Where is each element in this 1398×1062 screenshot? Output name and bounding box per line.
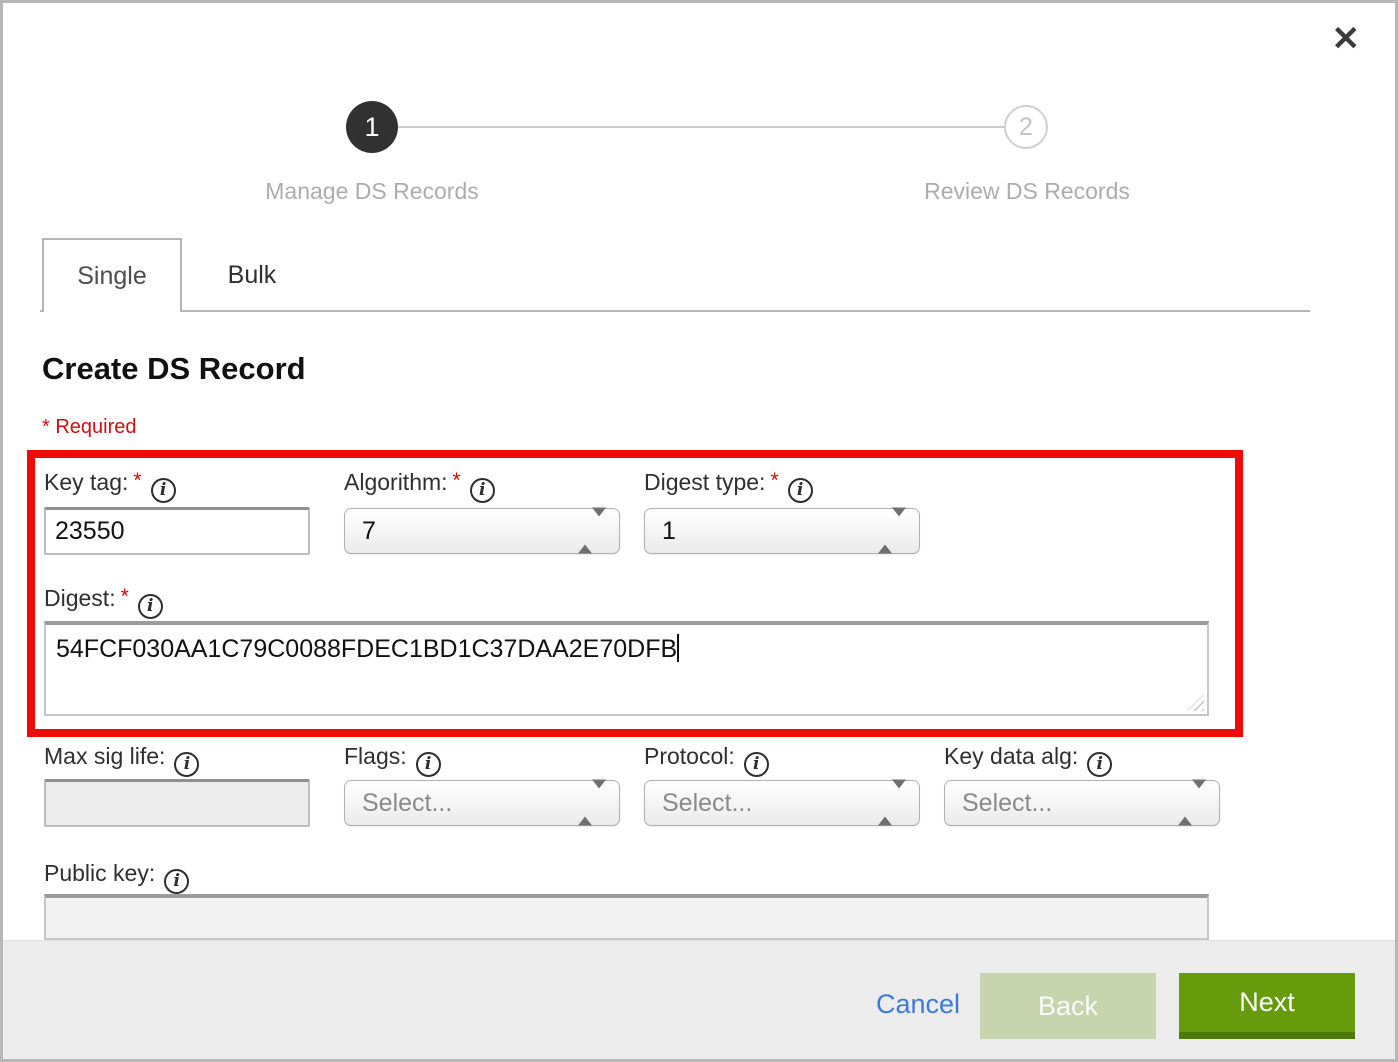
select-arrows-icon <box>1178 789 1206 818</box>
key-data-alg-value: Select... <box>962 789 1052 818</box>
protocol-label: Protocol:i <box>644 743 769 777</box>
cancel-button[interactable]: Cancel <box>876 989 960 1020</box>
stepper-connector <box>398 126 1004 128</box>
step-1-number: 1 <box>364 112 379 143</box>
required-asterisk: * <box>770 469 778 492</box>
step-1-label: Manage DS Records <box>222 178 522 205</box>
required-note: * Required <box>42 416 137 439</box>
flags-select[interactable]: Select... <box>344 780 620 826</box>
algorithm-label: Algorithm:*i <box>344 469 495 503</box>
info-icon[interactable]: i <box>470 478 495 503</box>
close-icon[interactable]: ✕ <box>1332 22 1361 56</box>
info-icon[interactable]: i <box>1087 752 1112 777</box>
required-asterisk: * <box>121 585 129 608</box>
info-icon[interactable]: i <box>138 594 163 619</box>
page-title: Create DS Record <box>42 351 306 387</box>
flags-label: Flags:i <box>344 743 441 777</box>
key-tag-label: Key tag:*i <box>44 469 176 503</box>
digest-type-label: Digest type:*i <box>644 469 813 503</box>
tab-single-label: Single <box>77 262 147 291</box>
info-icon[interactable]: i <box>744 752 769 777</box>
info-icon[interactable]: i <box>416 752 441 777</box>
public-key-label: Public key:i <box>44 860 189 894</box>
algorithm-value: 7 <box>362 517 376 546</box>
key-data-alg-select[interactable]: Select... <box>944 780 1220 826</box>
key-tag-value: 23550 <box>55 517 125 546</box>
info-icon[interactable]: i <box>164 869 189 894</box>
back-button[interactable]: Back <box>980 973 1156 1039</box>
next-button[interactable]: Next <box>1179 973 1355 1039</box>
digest-type-value: 1 <box>662 517 676 546</box>
step-2-label: Review DS Records <box>877 178 1177 205</box>
digest-type-select[interactable]: 1 <box>644 508 920 554</box>
step-2-number: 2 <box>1019 113 1033 142</box>
resize-grip[interactable] <box>1187 694 1204 711</box>
digest-textarea[interactable]: 54FCF030AA1C79C0088FDEC1BD1C37DAA2E70DFB <box>44 621 1209 716</box>
protocol-select[interactable]: Select... <box>644 780 920 826</box>
info-icon[interactable]: i <box>788 478 813 503</box>
flags-value: Select... <box>362 789 452 818</box>
key-tag-input[interactable]: 23550 <box>44 507 310 555</box>
select-arrows-icon <box>878 789 906 818</box>
step-2-circle: 2 <box>1004 105 1048 149</box>
select-arrows-icon <box>578 517 606 546</box>
max-sig-life-input[interactable] <box>44 779 310 827</box>
select-arrows-icon <box>578 789 606 818</box>
step-1-circle: 1 <box>346 101 398 153</box>
select-arrows-icon <box>878 517 906 546</box>
public-key-textarea[interactable] <box>44 894 1209 940</box>
max-sig-life-label: Max sig life:i <box>44 743 199 777</box>
required-asterisk: * <box>453 469 461 492</box>
text-cursor <box>677 634 679 662</box>
protocol-value: Select... <box>662 789 752 818</box>
tab-single[interactable]: Single <box>42 238 182 312</box>
key-data-alg-label: Key data alg:i <box>944 743 1112 777</box>
required-asterisk: * <box>133 469 141 492</box>
info-icon[interactable]: i <box>151 478 176 503</box>
digest-value: 54FCF030AA1C79C0088FDEC1BD1C37DAA2E70DFB <box>56 635 677 663</box>
info-icon[interactable]: i <box>174 752 199 777</box>
tab-bulk[interactable]: Bulk <box>182 238 322 312</box>
tab-bulk-label: Bulk <box>228 261 277 290</box>
algorithm-select[interactable]: 7 <box>344 508 620 554</box>
digest-label: Digest:*i <box>44 585 163 619</box>
footer-bar: Cancel Back Next <box>3 940 1395 1059</box>
